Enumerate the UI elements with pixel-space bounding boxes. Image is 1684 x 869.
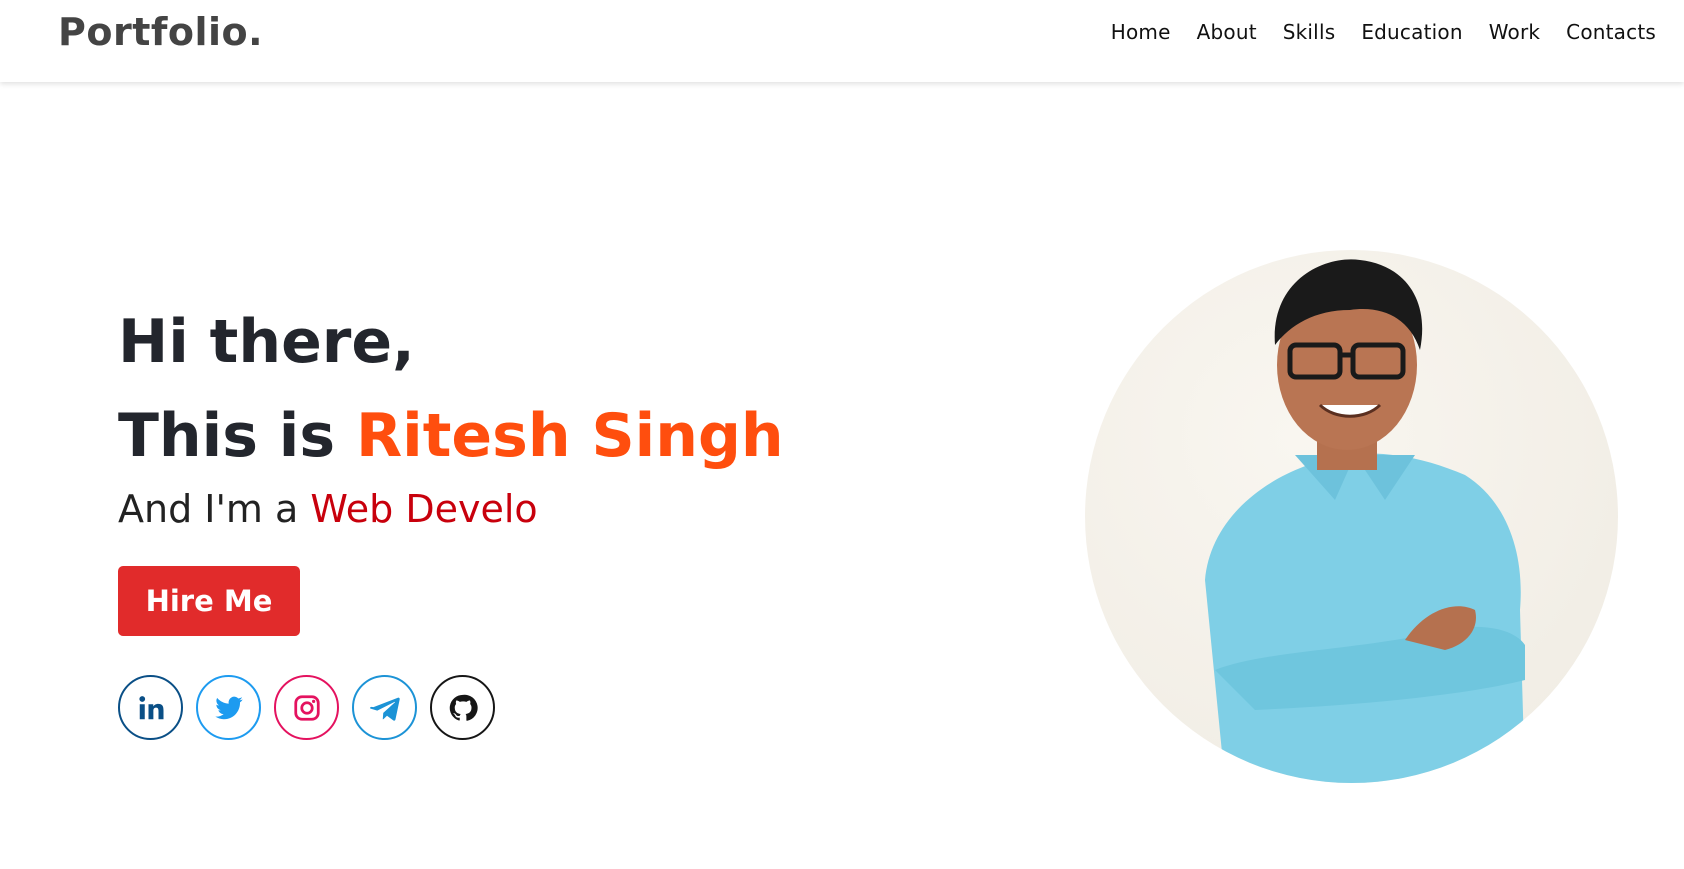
- nav-menu: Home About Skills Education Work Contact…: [1111, 20, 1656, 44]
- intro-heading: This is Ritesh Singh: [118, 389, 784, 483]
- instagram-icon: [293, 694, 320, 721]
- nav-link-work[interactable]: Work: [1489, 20, 1540, 44]
- nav-link-education[interactable]: Education: [1361, 20, 1462, 44]
- brand-dot: .: [248, 10, 264, 54]
- role-prefix: And I'm a: [118, 487, 311, 531]
- profile-photo: [1085, 250, 1618, 783]
- twitter-icon: [214, 696, 243, 719]
- role-typed-text: Web Develo: [310, 487, 538, 531]
- twitter-link[interactable]: [196, 675, 261, 740]
- github-icon: [449, 694, 478, 721]
- telegram-icon: [369, 697, 400, 721]
- hero-text: Hi there, This is Ritesh Singh And I'm a…: [118, 295, 784, 531]
- instagram-link[interactable]: [274, 675, 339, 740]
- hire-me-button[interactable]: Hire Me: [118, 566, 300, 636]
- navbar: Portfolio. Home About Skills Education W…: [0, 0, 1684, 82]
- linkedin-icon: [138, 695, 163, 719]
- nav-link-contacts[interactable]: Contacts: [1566, 20, 1656, 44]
- social-links: [118, 675, 495, 740]
- person-name: Ritesh Singh: [355, 401, 784, 471]
- intro-prefix: This is: [118, 401, 356, 471]
- telegram-link[interactable]: [352, 675, 417, 740]
- nav-link-skills[interactable]: Skills: [1283, 20, 1336, 44]
- role-line: And I'm a Web Develo: [118, 487, 784, 531]
- nav-link-home[interactable]: Home: [1111, 20, 1171, 44]
- nav-link-about[interactable]: About: [1197, 20, 1257, 44]
- profile-illustration: [1205, 259, 1525, 783]
- greeting-heading: Hi there,: [118, 307, 415, 377]
- github-link[interactable]: [430, 675, 495, 740]
- brand-text: Portfolio: [58, 10, 249, 54]
- brand-logo[interactable]: Portfolio.: [58, 10, 263, 54]
- linkedin-link[interactable]: [118, 675, 183, 740]
